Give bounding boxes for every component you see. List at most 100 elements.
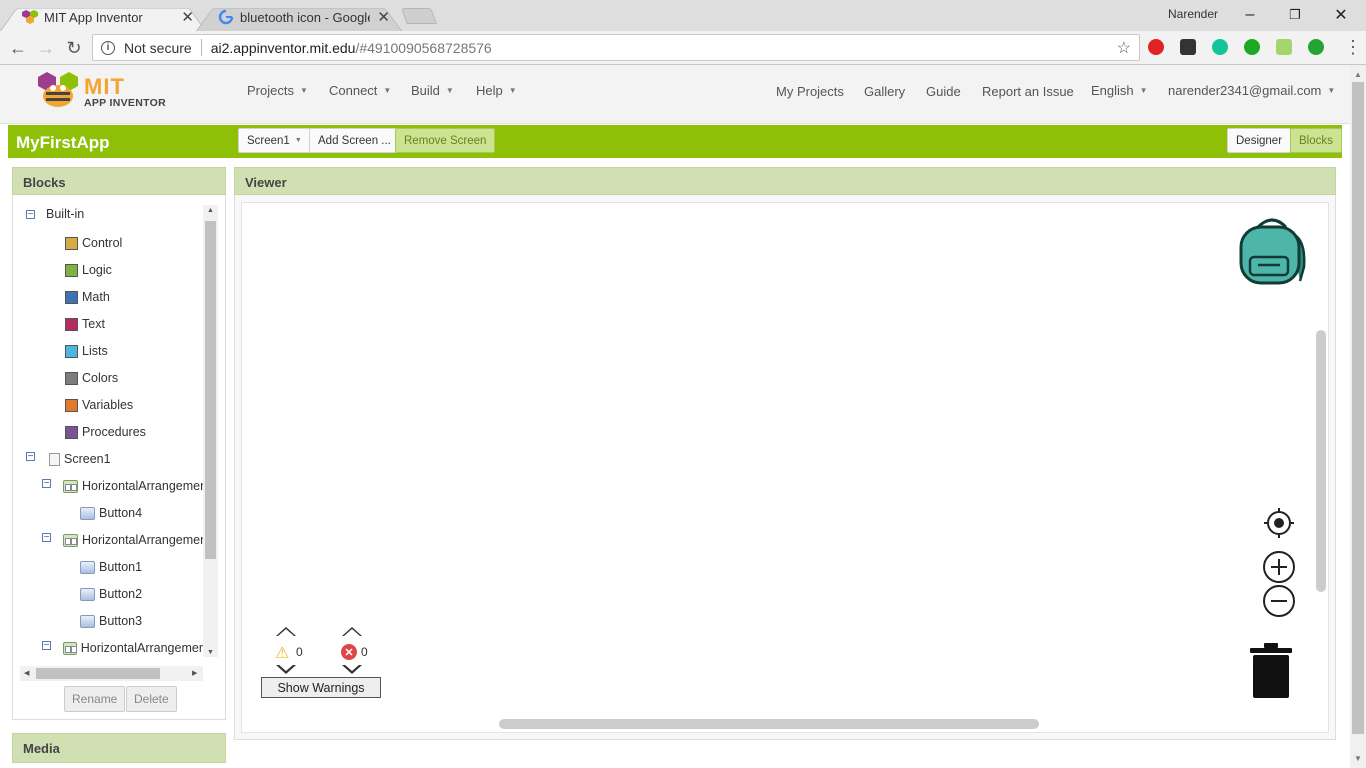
evernote-extension-icon[interactable] [1308,39,1324,55]
tree-item-button[interactable]: Button2 [80,585,142,603]
delete-button[interactable]: Delete [126,686,177,712]
tree-item-arrangement[interactable]: HorizontalArrangemer [63,477,204,495]
tree-item-builtin[interactable]: Built-in [46,205,84,223]
adblock-extension-icon[interactable] [1148,39,1164,55]
rename-button[interactable]: Rename [64,686,126,712]
scroll-down-arrow-icon[interactable]: ▼ [207,649,214,656]
caret-down-icon: ▼ [383,86,392,95]
link-guide[interactable]: Guide [926,84,961,99]
browser-toolbar: ← → ↻ i Not secure ai2.appinventor.mit.e… [0,31,1366,65]
tree-item-arrangement[interactable]: HorizontalArrangemer [63,639,203,657]
prev-warning-arrow-icon[interactable] [276,627,296,636]
designer-button[interactable]: Designer [1227,128,1292,153]
workspace-vertical-scrollbar[interactable] [1316,330,1326,592]
mit-app-inventor-logo[interactable]: MIT APP INVENTOR [36,70,166,114]
forward-arrow-icon[interactable]: → [34,36,58,60]
back-arrow-icon[interactable]: ← [6,36,30,60]
menu-build[interactable]: Build ▼ [411,83,454,98]
scroll-up-arrow-icon[interactable]: ▲ [207,207,214,214]
info-icon[interactable]: i [101,40,115,55]
builtin-lists[interactable]: Lists [65,342,108,360]
collapse-arrangement-toggle[interactable]: − [42,479,51,489]
scroll-right-arrow-icon[interactable]: ▶ [192,669,197,677]
check-extension-icon[interactable] [1244,39,1260,55]
builtin-colors[interactable]: Colors [65,369,118,387]
scroll-down-arrow-icon[interactable]: ▼ [1354,754,1362,763]
collapse-builtin-toggle[interactable]: − [26,210,35,220]
tab-bluetooth-search[interactable]: bluetooth icon - Google ✕ [196,3,402,31]
tab-mit-app-inventor[interactable]: MIT App Inventor ✕ [0,3,206,31]
zoom-in-icon[interactable] [1262,550,1296,584]
builtin-math[interactable]: Math [65,288,110,306]
address-bar[interactable]: i Not secure ai2.appinventor.mit.edu/#49… [92,34,1140,61]
tab-close-icon[interactable]: ✕ [181,8,194,26]
page-vertical-scrollbar[interactable]: ▲ ▼ [1350,66,1366,768]
horizontal-arrangement-icon [63,533,78,547]
blocks-horizontal-scrollbar[interactable]: ◀ ▶ [20,666,203,681]
blocks-workspace[interactable] [241,202,1329,733]
scroll-thumb[interactable] [36,668,160,679]
bookmark-star-icon[interactable]: ☆ [1117,38,1131,58]
next-error-arrow-icon[interactable] [342,663,362,674]
scroll-thumb[interactable] [205,221,216,559]
extension-icon[interactable] [1180,39,1196,55]
next-warning-arrow-icon[interactable] [276,663,296,674]
backpack-icon[interactable] [1238,215,1308,287]
language-menu[interactable]: English ▼ [1091,83,1148,98]
tree-item-button[interactable]: Button4 [80,504,142,522]
trash-can-icon[interactable] [1248,643,1294,699]
scroll-up-arrow-icon[interactable]: ▲ [1354,70,1362,79]
collapse-arrangement-toggle[interactable]: − [42,533,51,543]
link-report-issue[interactable]: Report an Issue [982,84,1074,99]
window-close-icon[interactable]: ✕ [1318,3,1364,27]
add-screen-button[interactable]: Add Screen ... [309,128,400,153]
menu-help[interactable]: Help ▼ [476,83,517,98]
tab-close-icon[interactable]: ✕ [377,8,390,26]
screen-icon [49,452,60,466]
blocks-vertical-scrollbar[interactable]: ▲ ▼ [203,205,218,657]
viewer-header: Viewer [234,167,1336,195]
new-tab-button[interactable] [401,8,437,24]
account-menu[interactable]: narender2341@gmail.com ▼ [1168,83,1335,98]
profile-name[interactable]: Narender [1168,7,1218,21]
tab-title: MIT App Inventor [44,9,143,25]
button-component-icon [80,560,95,574]
prev-error-arrow-icon[interactable] [342,627,362,636]
scroll-left-arrow-icon[interactable]: ◀ [24,669,29,677]
remove-screen-button[interactable]: Remove Screen [395,128,496,153]
control-swatch-icon [65,236,78,250]
link-gallery[interactable]: Gallery [864,84,905,99]
minimize-icon[interactable]: – [1227,3,1273,27]
screen-select-dropdown[interactable]: Screen1 ▼ [238,128,311,153]
grammarly-extension-icon[interactable] [1212,39,1228,55]
text-swatch-icon [65,317,78,331]
collapse-screen1-toggle[interactable]: − [26,452,35,462]
tree-item-screen1[interactable]: Screen1 [49,450,111,468]
scroll-thumb[interactable] [1352,82,1364,734]
restore-icon[interactable]: ❐ [1272,3,1318,27]
show-warnings-button[interactable]: Show Warnings [261,677,381,698]
builtin-procedures[interactable]: Procedures [65,423,146,441]
caret-down-icon: ▼ [1139,86,1148,95]
url-text[interactable]: ai2.appinventor.mit.edu/#491009056872857… [211,40,492,56]
blocks-button[interactable]: Blocks [1290,128,1342,153]
logic-swatch-icon [65,263,78,277]
reload-icon[interactable]: ↻ [62,36,86,60]
chrome-menu-icon[interactable]: ⋮ [1344,38,1362,56]
builtin-variables[interactable]: Variables [65,396,133,414]
builtin-logic[interactable]: Logic [65,261,112,279]
zoom-out-icon[interactable] [1262,584,1296,618]
builtin-text[interactable]: Text [65,315,105,333]
workspace-horizontal-scrollbar[interactable] [499,719,1039,729]
extension-icon[interactable] [1276,39,1292,55]
menu-projects[interactable]: Projects ▼ [247,83,308,98]
link-my-projects[interactable]: My Projects [776,84,844,99]
tree-item-button[interactable]: Button3 [80,612,142,630]
warning-icon: ⚠ [275,645,290,662]
tree-item-button[interactable]: Button1 [80,558,142,576]
tree-item-arrangement[interactable]: HorizontalArrangemer [63,531,204,549]
collapse-arrangement-toggle[interactable]: − [42,641,51,651]
center-target-icon[interactable] [1263,507,1295,539]
menu-connect[interactable]: Connect ▼ [329,83,391,98]
builtin-control[interactable]: Control [65,234,122,252]
